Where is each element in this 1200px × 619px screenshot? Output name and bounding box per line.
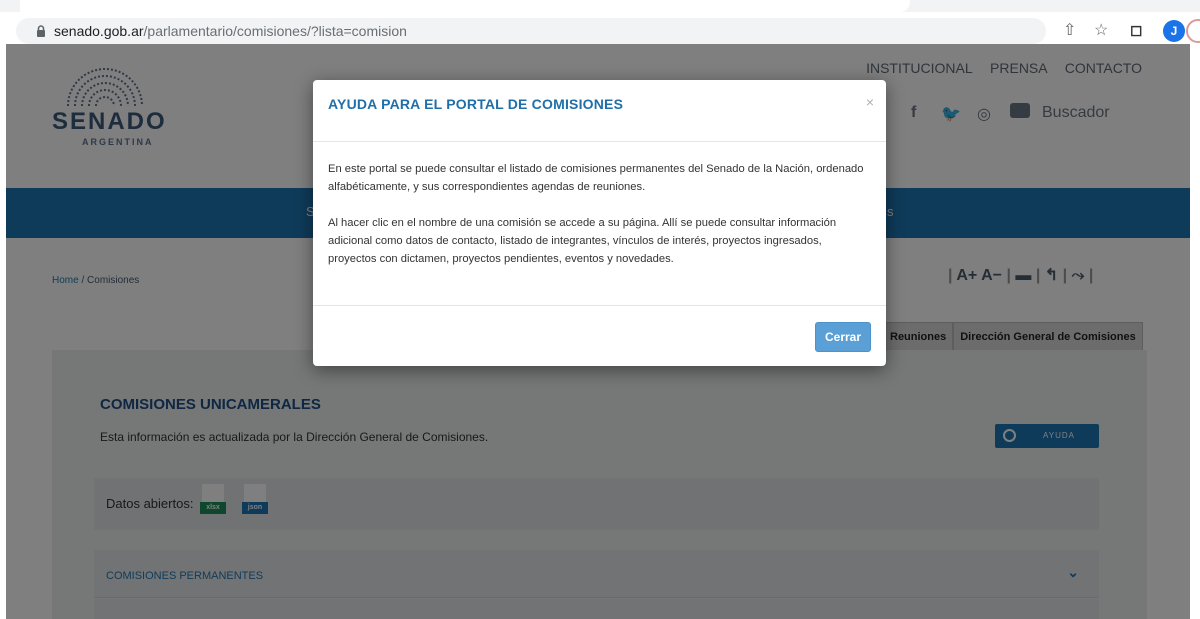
modal-body: En este portal se puede consultar el lis… bbox=[328, 160, 873, 286]
sidepanel-icon[interactable]: ◻ bbox=[1130, 21, 1142, 41]
window-edge bbox=[0, 44, 6, 619]
modal-title: AYUDA PARA EL PORTAL DE COMISIONES bbox=[328, 96, 624, 112]
share-icon[interactable]: ⇧ bbox=[1063, 21, 1076, 41]
close-icon[interactable]: × bbox=[866, 94, 874, 110]
window-edge bbox=[1190, 44, 1200, 619]
url-path: /parlamentario/comisiones/?lista=comisio… bbox=[143, 23, 407, 39]
active-tab[interactable] bbox=[20, 0, 910, 12]
modal-paragraph: Al hacer clic en el nombre de una comisi… bbox=[328, 217, 837, 265]
profile-avatar[interactable]: J bbox=[1163, 20, 1185, 42]
extension-icon[interactable] bbox=[1186, 19, 1200, 43]
cerrar-button[interactable]: Cerrar bbox=[815, 322, 871, 352]
url-host: senado.gob.ar bbox=[54, 23, 144, 39]
help-modal: AYUDA PARA EL PORTAL DE COMISIONES × En … bbox=[313, 80, 886, 366]
modal-paragraph: En este portal se puede consultar el lis… bbox=[328, 163, 864, 193]
tab-strip bbox=[0, 0, 1200, 12]
browser-toolbar: senado.gob.ar/parlamentario/comisiones/?… bbox=[0, 0, 1200, 44]
lock-icon[interactable] bbox=[34, 24, 48, 38]
modal-header: AYUDA PARA EL PORTAL DE COMISIONES × bbox=[313, 80, 886, 142]
star-icon[interactable]: ☆ bbox=[1094, 21, 1108, 41]
modal-footer: Cerrar bbox=[313, 305, 886, 366]
url-text[interactable]: senado.gob.ar/parlamentario/comisiones/?… bbox=[54, 21, 407, 41]
